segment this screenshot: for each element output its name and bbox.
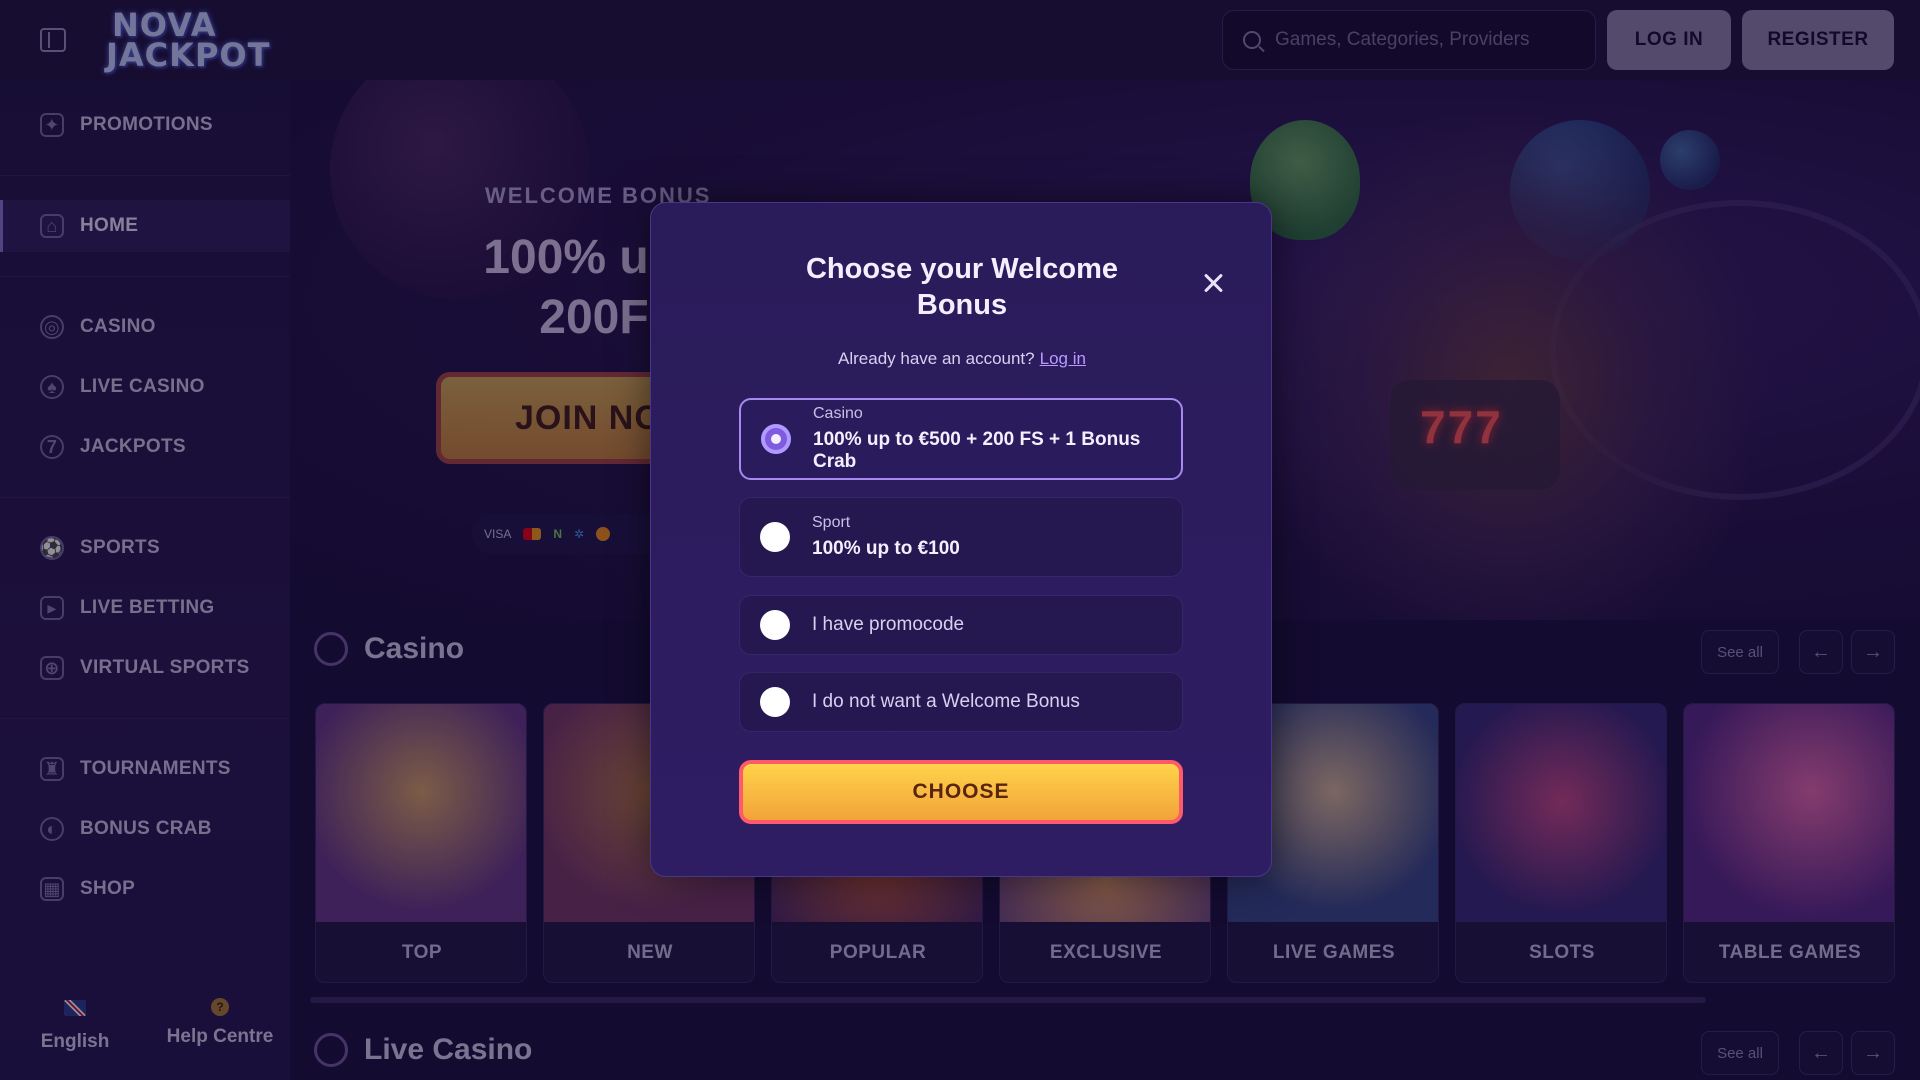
option-main: 100% up to €100 [812,538,960,559]
choose-button[interactable]: CHOOSE [739,760,1183,824]
option-text: Casino 100% up to €500 + 200 FS + 1 Bonu… [813,405,1181,473]
modal-subtitle: Already have an account? Log in [651,349,1273,369]
radio-unselected[interactable] [760,610,790,640]
option-label: I have promocode [812,614,965,635]
radio-selected[interactable] [761,424,791,454]
option-main: 100% up to €500 + 200 FS + 1 Bonus Crab [813,429,1141,472]
login-link[interactable]: Log in [1040,349,1086,368]
radio-unselected[interactable] [760,687,790,717]
bonus-option-none[interactable]: I do not want a Welcome Bonus [739,672,1183,732]
modal-title-line1: Choose your Welcome [805,253,1119,285]
radio-unselected[interactable] [760,522,790,552]
bonus-option-sport[interactable]: Sport 100% up to €100 [739,497,1183,577]
bonus-option-promocode[interactable]: I have promocode [739,595,1183,655]
bonus-option-casino[interactable]: Casino 100% up to €500 + 200 FS + 1 Bonu… [739,398,1183,480]
welcome-bonus-modal: Choose your Welcome Bonus Already have a… [650,202,1272,877]
option-kicker: Casino [813,405,863,422]
modal-title-line2: Bonus [916,289,1008,322]
close-icon[interactable] [1199,269,1227,297]
option-kicker: Sport [812,514,851,531]
option-text: Sport 100% up to €100 [812,514,960,560]
option-label: I do not want a Welcome Bonus [812,691,1080,712]
modal-title: Choose your Welcome Bonus [651,251,1273,324]
account-prompt: Already have an account? [838,349,1035,368]
